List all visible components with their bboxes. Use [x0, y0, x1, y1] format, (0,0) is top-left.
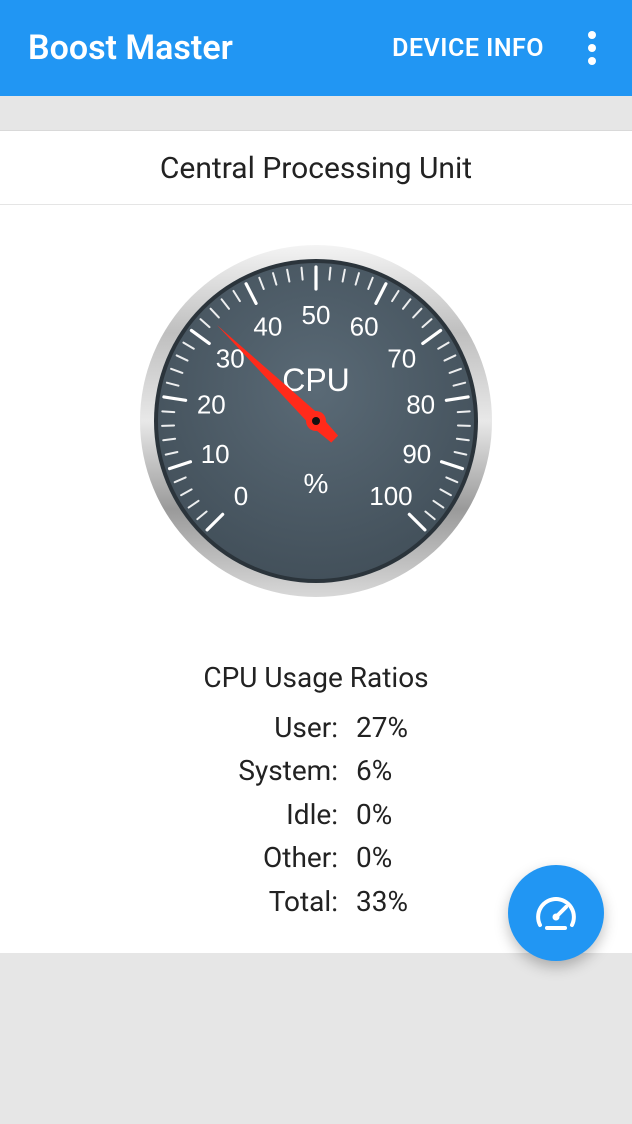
svg-text:10: 10 — [201, 439, 230, 469]
device-info-button[interactable]: DEVICE INFO — [392, 34, 544, 63]
more-vert-icon — [588, 31, 596, 65]
ratio-label: Idle: — [156, 793, 356, 836]
boost-fab[interactable] — [508, 865, 604, 961]
ratio-value: 6% — [356, 749, 476, 792]
svg-text:90: 90 — [402, 439, 431, 469]
gauge-icon — [534, 891, 578, 935]
ratio-row: Idle:0% — [0, 793, 632, 836]
spacer — [0, 96, 632, 130]
app-bar: Boost Master DEVICE INFO — [0, 0, 632, 96]
ratios-title: CPU Usage Ratios — [0, 661, 632, 694]
svg-text:40: 40 — [253, 312, 282, 342]
footer-spacer — [0, 953, 632, 1033]
ratio-value: 27% — [356, 706, 476, 749]
svg-text:80: 80 — [406, 389, 435, 419]
overflow-menu-button[interactable] — [572, 24, 612, 72]
svg-text:0: 0 — [234, 481, 248, 511]
cpu-gauge: 0102030405060708090100CPU% — [0, 241, 632, 601]
svg-text:%: % — [304, 468, 329, 499]
ratio-value: 33% — [356, 880, 476, 923]
svg-text:60: 60 — [350, 312, 379, 342]
svg-text:50: 50 — [302, 300, 331, 330]
app-title: Boost Master — [28, 28, 392, 68]
ratio-label: User: — [156, 706, 356, 749]
svg-text:100: 100 — [369, 481, 412, 511]
card-body: 0102030405060708090100CPU% CPU Usage Rat… — [0, 205, 632, 953]
svg-text:70: 70 — [387, 344, 416, 374]
ratio-label: Other: — [156, 836, 356, 879]
svg-text:20: 20 — [197, 389, 226, 419]
ratio-value: 0% — [356, 836, 476, 879]
ratio-label: System: — [156, 749, 356, 792]
ratio-row: User:27% — [0, 706, 632, 749]
ratio-label: Total: — [156, 880, 356, 923]
section-title: Central Processing Unit — [0, 130, 632, 205]
ratio-row: System:6% — [0, 749, 632, 792]
ratio-value: 0% — [356, 793, 476, 836]
